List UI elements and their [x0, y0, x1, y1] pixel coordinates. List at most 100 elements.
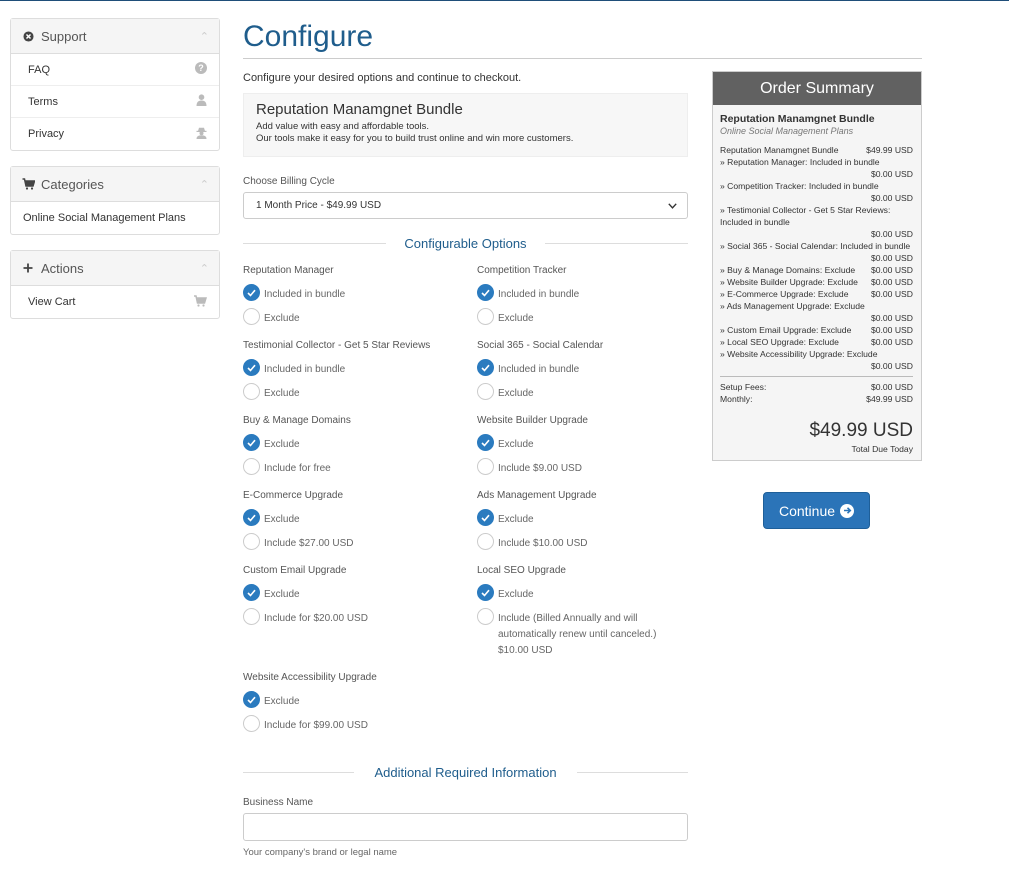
option-label: Local SEO Upgrade	[477, 565, 566, 576]
option-radio[interactable]: Exclude	[243, 509, 477, 528]
summary-setup-row: Setup Fees: $0.00 USD	[720, 381, 913, 393]
option-radio[interactable]: Include for $99.00 USD	[243, 715, 477, 734]
option-radio[interactable]: Exclude	[243, 584, 477, 603]
radio-unchecked-icon[interactable]	[243, 715, 260, 732]
radio-checked-icon[interactable]	[243, 284, 260, 301]
actions-panel-header[interactable]: Actions ⌃	[11, 251, 219, 286]
radio-unchecked-icon[interactable]	[243, 533, 260, 550]
radio-unchecked-icon[interactable]	[477, 458, 494, 475]
divider-line	[243, 243, 386, 244]
option-choice-label: Exclude	[498, 313, 534, 324]
option-label: Buy & Manage Domains	[243, 415, 351, 426]
summary-lines: » Reputation Manager: Included in bundle…	[720, 156, 913, 372]
chevron-up-icon[interactable]: ⌃	[200, 262, 209, 275]
radio-unchecked-icon[interactable]	[477, 308, 494, 325]
continue-label: Continue	[778, 502, 836, 519]
summary-line-label: » Buy & Manage Domains: Exclude	[720, 265, 856, 275]
radio-unchecked-icon[interactable]	[477, 383, 494, 400]
summary-line-price: $0.00 USD	[870, 253, 913, 263]
chevron-up-icon[interactable]: ⌃	[200, 178, 209, 191]
option-radio[interactable]: Include $9.00 USD	[477, 458, 688, 477]
sidebar-item-online-social-management-plans[interactable]: Online Social Management Plans	[11, 202, 219, 234]
option-radio[interactable]: Include $10.00 USD	[477, 533, 688, 552]
summary-setup-value: $0.00 USD	[870, 382, 913, 392]
radio-unchecked-icon[interactable]	[243, 308, 260, 325]
option-choice-label: Exclude	[264, 696, 300, 707]
option-radio[interactable]: Exclude	[243, 308, 477, 327]
radio-checked-icon[interactable]	[477, 584, 494, 601]
option-label: Reputation Manager	[243, 265, 334, 276]
radio-checked-icon[interactable]	[477, 359, 494, 376]
summary-line-price: $0.00 USD	[870, 361, 913, 371]
arrow-right-icon	[840, 503, 855, 518]
categories-panel-header[interactable]: Categories ⌃	[11, 167, 219, 202]
option-radio[interactable]: Include for $20.00 USD	[243, 608, 477, 627]
summary-line-price: $0.00 USD	[870, 193, 913, 203]
divider-line	[545, 243, 688, 244]
user-icon	[196, 94, 207, 109]
summary-monthly-label: Monthly:	[720, 394, 753, 404]
business-name-help: Your company's brand or legal name	[243, 847, 398, 858]
user-secret-icon	[196, 127, 207, 142]
radio-checked-icon[interactable]	[477, 509, 494, 526]
option-radio[interactable]: Exclude	[243, 383, 477, 402]
option-radio[interactable]: Exclude	[477, 509, 688, 528]
radio-checked-icon[interactable]	[477, 434, 494, 451]
radio-unchecked-icon[interactable]	[243, 383, 260, 400]
option-radio[interactable]: Included in bundle	[477, 284, 688, 303]
sidebar: Support ⌃ FAQ ? Terms Privacy Categories…	[10, 18, 220, 334]
option-group: E-Commerce Upgrade Exclude Include $27.00 …	[243, 490, 477, 552]
order-summary-body: Reputation Manamgnet Bundle Online Socia…	[713, 105, 921, 460]
summary-line-price: $0.00 USD	[870, 277, 913, 287]
option-radio[interactable]: Included in bundle	[477, 359, 688, 378]
option-radio[interactable]: Included in bundle	[243, 284, 477, 303]
support-panel-title: Support	[41, 28, 87, 44]
continue-button[interactable]: Continue	[763, 492, 870, 529]
option-radio[interactable]: Include for free	[243, 458, 477, 477]
support-panel-header[interactable]: Support ⌃	[11, 19, 219, 54]
radio-unchecked-icon[interactable]	[243, 458, 260, 475]
sidebar-item-label: Privacy	[28, 128, 65, 140]
sidebar-item-view-cart[interactable]: View Cart	[11, 286, 219, 318]
radio-unchecked-icon[interactable]	[477, 533, 494, 550]
radio-checked-icon[interactable]	[243, 359, 260, 376]
radio-checked-icon[interactable]	[243, 434, 260, 451]
summary-line-label: » Custom Email Upgrade: Exclude	[720, 325, 852, 335]
option-radio[interactable]: Exclude	[477, 434, 688, 453]
radio-unchecked-icon[interactable]	[243, 608, 260, 625]
radio-checked-icon[interactable]	[243, 691, 260, 708]
option-radio[interactable]: Exclude	[477, 584, 688, 603]
option-radio[interactable]: Exclude	[477, 383, 688, 402]
sidebar-item-label: Online Social Management Plans	[23, 212, 186, 224]
option-radio[interactable]: Included in bundle	[243, 359, 477, 378]
option-group: Custom Email Upgrade Exclude Include for $…	[243, 565, 477, 659]
option-choice-label: Exclude	[498, 514, 534, 525]
option-label: Ads Management Upgrade	[477, 490, 597, 501]
summary-setup-label: Setup Fees:	[720, 382, 767, 392]
sidebar-item-faq[interactable]: FAQ ?	[11, 54, 219, 86]
sidebar-item-privacy[interactable]: Privacy	[11, 118, 219, 150]
option-group: Reputation Manager Included in bundle Excl…	[243, 265, 477, 327]
sidebar-item-terms[interactable]: Terms	[11, 86, 219, 118]
summary-line-price: $0.00 USD	[870, 325, 913, 335]
option-radio[interactable]: Exclude	[243, 691, 477, 710]
divider-line	[243, 772, 354, 773]
option-radio[interactable]: Include $27.00 USD	[243, 533, 477, 552]
option-radio[interactable]: Exclude	[243, 434, 477, 453]
summary-line-price: $0.00 USD	[870, 313, 913, 323]
radio-checked-icon[interactable]	[243, 509, 260, 526]
option-label: Competition Tracker	[477, 265, 567, 276]
option-radio[interactable]: Exclude	[477, 308, 688, 327]
option-label: Custom Email Upgrade	[243, 565, 347, 576]
sidebar-item-label: View Cart	[28, 296, 76, 308]
chevron-up-icon[interactable]: ⌃	[200, 30, 209, 43]
radio-unchecked-icon[interactable]	[477, 608, 494, 625]
business-name-input[interactable]	[243, 813, 688, 841]
option-choice-label: Exclude	[264, 439, 300, 450]
option-radio[interactable]: Include (Billed Annually and will automa…	[477, 608, 688, 659]
radio-checked-icon[interactable]	[243, 584, 260, 601]
summary-line-label: » Competition Tracker: Included in bundl…	[720, 181, 879, 191]
radio-checked-icon[interactable]	[477, 284, 494, 301]
option-choice-label: Include $27.00 USD	[264, 538, 354, 549]
billing-cycle-select[interactable]: 1 Month Price - $49.99 USD	[243, 192, 688, 219]
